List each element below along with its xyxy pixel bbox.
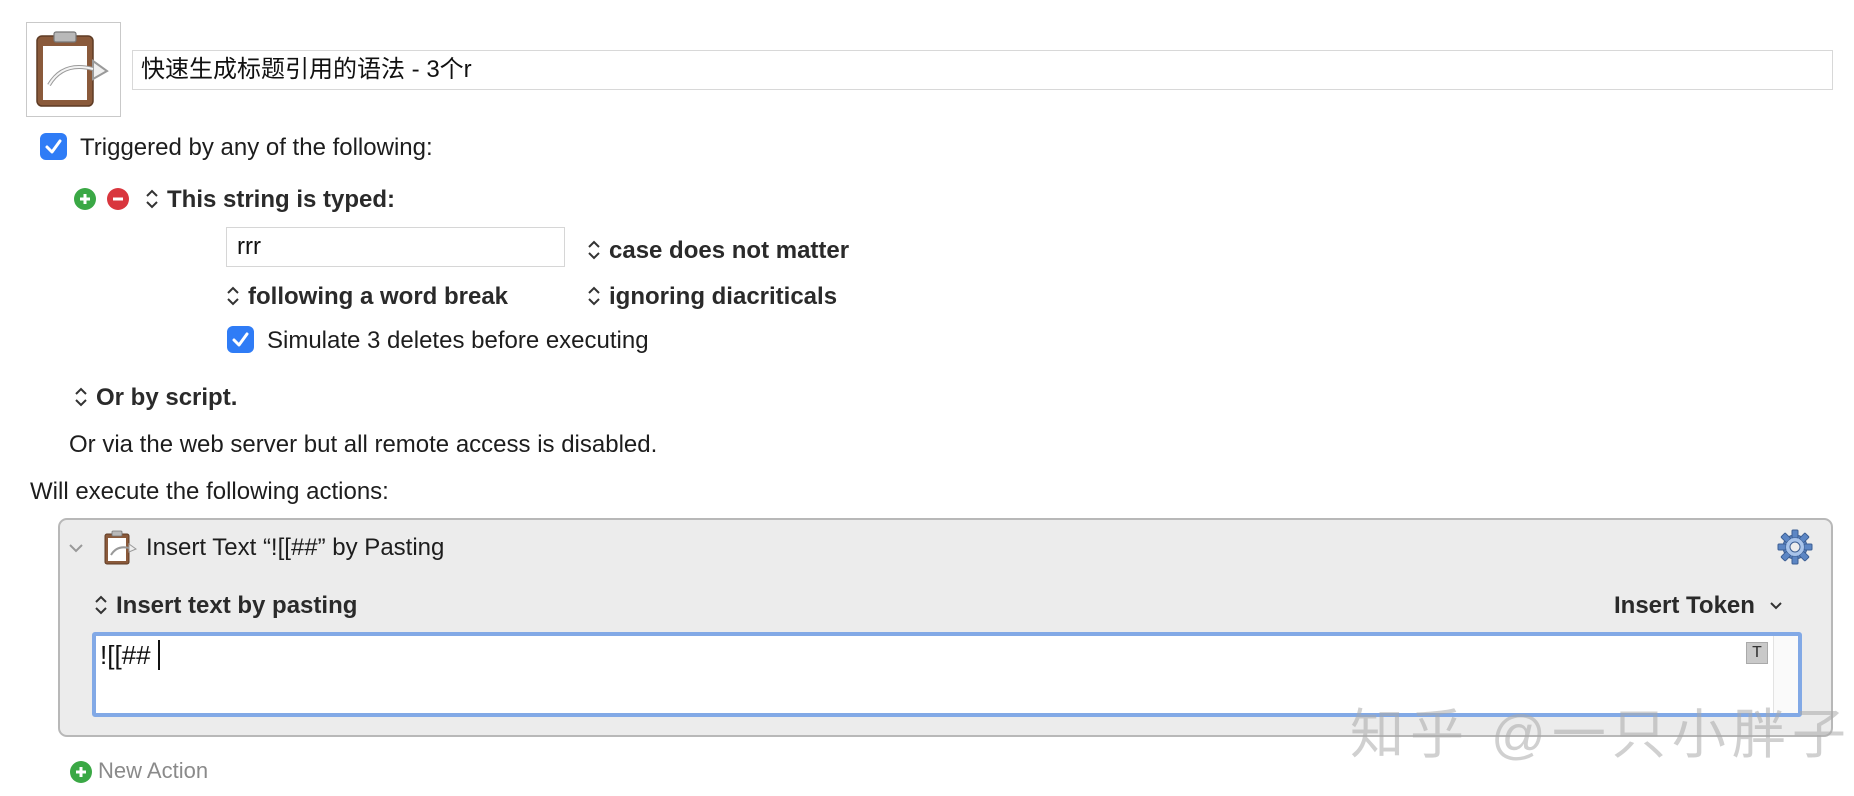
clipboard-icon	[36, 31, 109, 107]
updown-chevron-icon	[146, 189, 158, 209]
simulate-deletes-checkbox[interactable]	[227, 326, 254, 353]
plus-icon	[76, 767, 86, 777]
action-icon	[101, 528, 141, 568]
word-break-popup[interactable]: following a word break	[226, 283, 508, 311]
script-trigger-label: Or by script.	[96, 384, 238, 411]
watermark: 知乎 @一只小胖子	[1350, 705, 1852, 765]
checkmark-icon	[45, 139, 62, 154]
remove-trigger-button[interactable]	[107, 188, 129, 210]
script-trigger-popup[interactable]: Or by script.	[74, 384, 237, 412]
insert-text-content: ![[##	[100, 640, 151, 670]
insert-token-menu[interactable]: Insert Token	[1614, 592, 1784, 620]
clipboard-icon	[104, 530, 138, 565]
word-break-label: following a word break	[248, 283, 509, 310]
updown-chevron-icon	[227, 286, 239, 306]
minus-icon	[113, 197, 123, 201]
triggered-label: Triggered by any of the following:	[80, 134, 433, 161]
chevron-down-icon	[69, 544, 83, 553]
insert-mode-label: Insert text by pasting	[116, 592, 358, 619]
plus-icon	[80, 194, 90, 204]
add-trigger-button[interactable]	[74, 188, 96, 210]
checkmark-icon	[232, 332, 249, 347]
case-option-label: case does not matter	[609, 237, 850, 264]
trigger-string-input[interactable]: rrr	[226, 227, 565, 267]
actions-header: Will execute the following actions:	[30, 478, 389, 505]
triggered-checkbox[interactable]	[40, 133, 67, 160]
diacritics-popup[interactable]: ignoring diacriticals	[587, 283, 837, 311]
insert-token-label: Insert Token	[1614, 592, 1755, 619]
macro-icon-well[interactable]	[26, 22, 121, 117]
simulate-deletes-label: Simulate 3 deletes before executing	[267, 327, 649, 354]
diacritics-label: ignoring diacriticals	[609, 283, 838, 310]
new-action-add-button[interactable]	[70, 761, 92, 783]
token-badge[interactable]: T	[1746, 642, 1768, 664]
updown-chevron-icon	[588, 240, 600, 260]
updown-chevron-icon	[588, 286, 600, 306]
macro-name-field[interactable]: 快速生成标题引用的语法 - 3个r	[132, 50, 1833, 90]
collapse-action-button[interactable]	[66, 538, 86, 558]
updown-chevron-icon	[75, 387, 87, 407]
trigger-type-popup[interactable]: This string is typed:	[145, 186, 395, 214]
case-option-popup[interactable]: case does not matter	[587, 237, 849, 265]
updown-chevron-icon	[95, 595, 107, 615]
trigger-type-label: This string is typed:	[167, 186, 396, 213]
insert-mode-popup[interactable]: Insert text by pasting	[94, 592, 357, 620]
action-title: Insert Text “![[##” by Pasting	[146, 534, 445, 561]
web-server-note: Or via the web server but all remote acc…	[69, 431, 658, 458]
new-action-label[interactable]: New Action	[98, 758, 208, 784]
action-gear-button[interactable]	[1776, 528, 1814, 566]
text-cursor	[158, 640, 160, 670]
chevron-down-icon	[1769, 602, 1782, 610]
gear-icon	[1777, 529, 1813, 565]
